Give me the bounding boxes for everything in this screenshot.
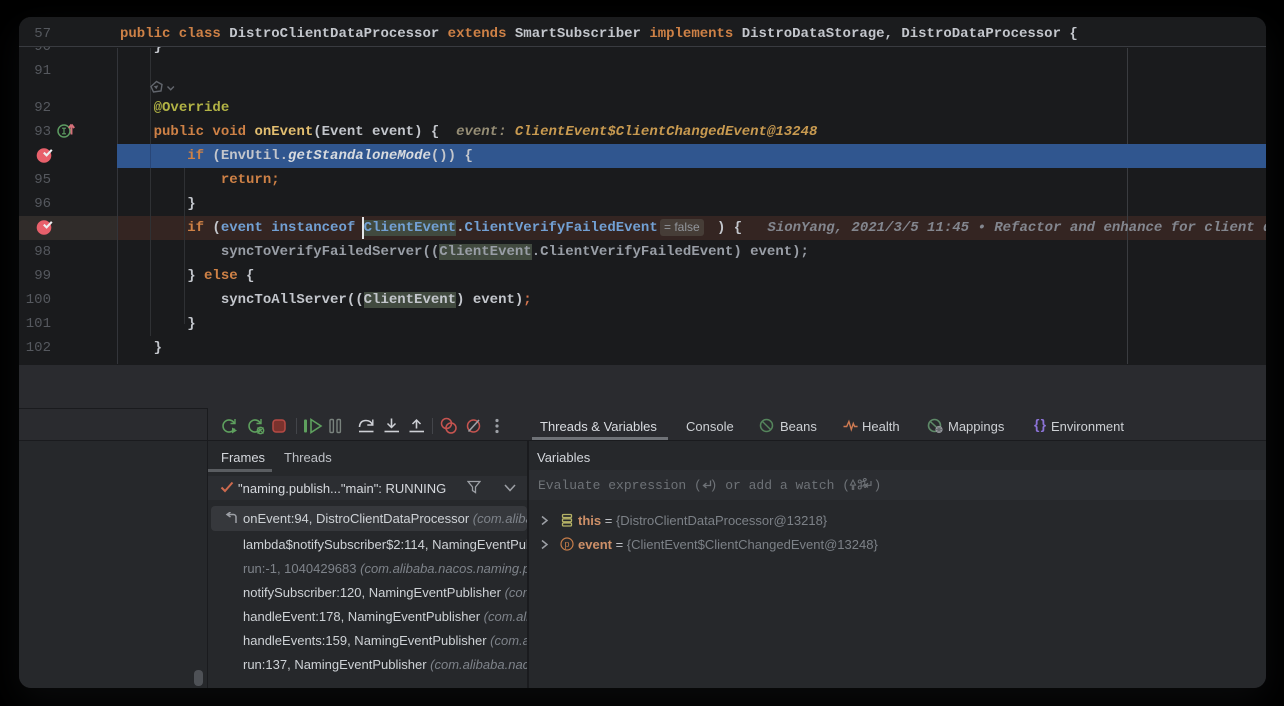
svg-text:p: p — [564, 539, 569, 549]
